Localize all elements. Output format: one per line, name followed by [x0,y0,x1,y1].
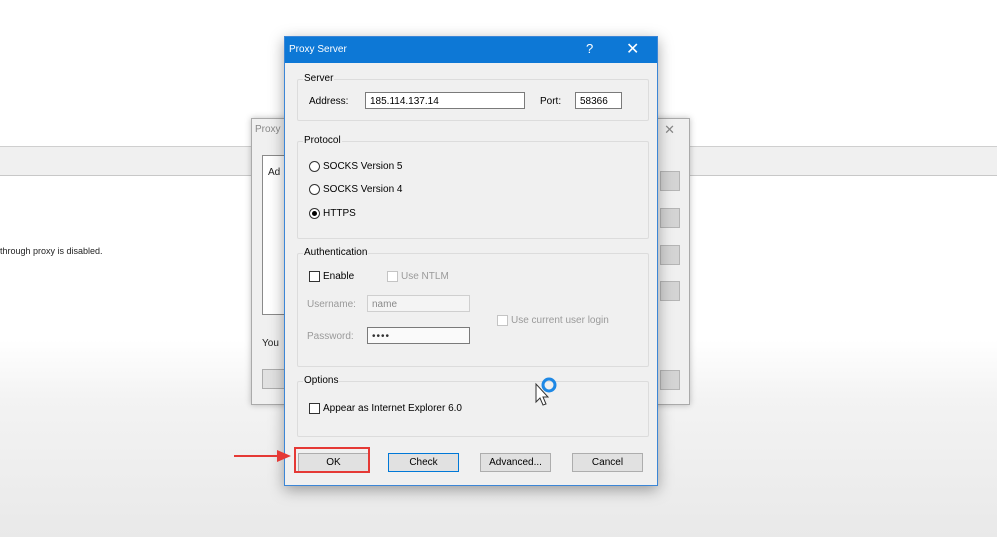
advanced-button[interactable]: Advanced... [480,453,551,472]
socks5-radio[interactable] [309,161,320,172]
proxy-list-side-button[interactable] [660,208,680,228]
proxy-list-side-button[interactable] [660,281,680,301]
cancel-button[interactable]: Cancel [572,453,643,472]
port-label: Port: [540,96,562,107]
proxy-list-side-button[interactable] [660,370,680,390]
use-ntlm-checkbox[interactable] [387,271,398,282]
https-radio[interactable] [309,208,320,219]
username-input[interactable]: name [367,295,470,312]
proxy-list-window-title: Proxy [255,124,281,135]
proxy-list-side-button[interactable] [660,245,680,265]
proxy-server-dialog: Proxy Server ? ✕ Server Address: 185.114… [284,36,658,486]
password-input[interactable]: •••• [367,327,470,344]
dialog-titlebar[interactable]: Proxy Server ? ✕ [285,37,657,63]
ok-highlight-box [294,447,370,473]
port-input[interactable]: 58366 [575,92,622,109]
close-icon[interactable]: ✕ [626,39,639,59]
help-icon[interactable]: ? [586,41,593,56]
server-group-label: Server [303,73,335,84]
socks5-label[interactable]: SOCKS Version 5 [323,161,402,172]
appear-as-ie6-checkbox[interactable] [309,403,320,414]
protocol-group-label: Protocol [303,135,342,146]
username-label: Username: [307,299,356,310]
options-group-label: Options [303,375,340,386]
background-status-text: through proxy is disabled. [0,246,103,256]
red-arrow-icon [234,450,291,462]
dialog-title: Proxy Server [289,44,347,55]
proxy-list-close-icon[interactable]: ✕ [664,122,675,138]
check-button[interactable]: Check [388,453,459,472]
socks4-radio[interactable] [309,184,320,195]
proxy-list-footer-text: You [262,338,279,349]
password-label: Password: [307,331,354,342]
use-current-user-checkbox[interactable] [497,315,508,326]
use-ntlm-label[interactable]: Use NTLM [401,271,449,282]
mouse-cursor-icon [535,377,557,406]
enable-auth-label[interactable]: Enable [323,271,354,282]
proxy-list-panel-label: Ad [268,167,281,178]
socks4-label[interactable]: SOCKS Version 4 [323,184,402,195]
address-label: Address: [309,96,349,107]
proxy-list-side-button[interactable] [660,171,680,191]
use-current-user-label[interactable]: Use current user login [511,315,609,326]
address-input[interactable]: 185.114.137.14 [365,92,525,109]
https-label[interactable]: HTTPS [323,208,356,219]
appear-as-ie6-label[interactable]: Appear as Internet Explorer 6.0 [323,403,462,414]
authentication-group-label: Authentication [303,247,369,258]
enable-auth-checkbox[interactable] [309,271,320,282]
